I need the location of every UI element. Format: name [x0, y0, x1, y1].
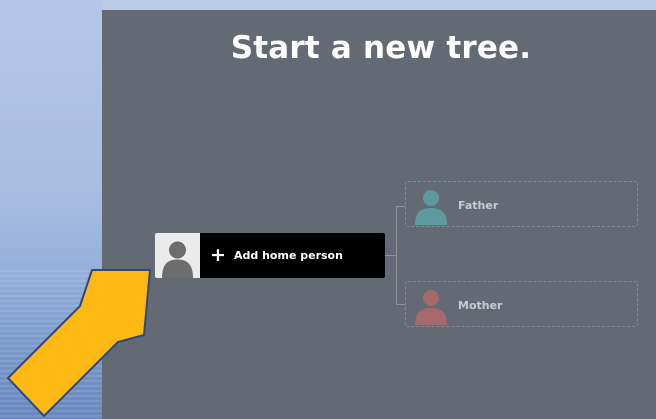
- desktop-background: [0, 0, 102, 419]
- mother-label: Mother: [458, 299, 503, 312]
- window-top-edge: [102, 0, 656, 10]
- add-father-box[interactable]: Father: [405, 181, 638, 227]
- page-title: Start a new tree.: [230, 30, 532, 66]
- mother-avatar-icon: [412, 285, 450, 329]
- add-home-person-label: Add home person: [234, 249, 343, 262]
- person-silhouette-icon: [155, 233, 200, 278]
- connector-to-mother: [396, 304, 405, 305]
- father-label: Father: [458, 199, 499, 212]
- father-avatar-icon: [412, 185, 450, 229]
- connector-to-father: [396, 206, 405, 207]
- add-home-person-button[interactable]: + Add home person: [155, 233, 385, 278]
- connector-vertical: [396, 206, 397, 304]
- add-mother-box[interactable]: Mother: [405, 281, 638, 327]
- plus-icon: +: [210, 244, 226, 266]
